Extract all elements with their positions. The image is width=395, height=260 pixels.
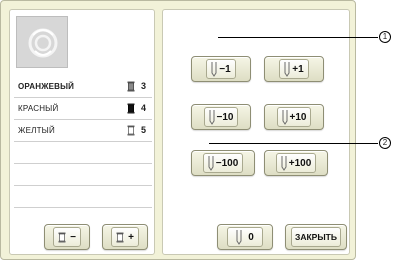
minus-1-stitch-button[interactable]: −1 — [191, 56, 251, 82]
thread-row-3[interactable]: ЖЕЛТЫЙ 5 — [10, 120, 156, 140]
needle-icon — [281, 156, 287, 171]
divider — [14, 185, 152, 186]
thread-plus-button[interactable]: + — [102, 224, 148, 250]
embroidery-thumbnail-icon — [28, 28, 58, 58]
thread-count: 5 — [141, 125, 147, 135]
callout-marker-2: 2 — [379, 137, 391, 149]
thread-minus-button[interactable]: − — [44, 224, 90, 250]
minus-10-stitch-button[interactable]: −10 — [191, 104, 251, 130]
plus-100-stitch-button[interactable]: +100 — [264, 150, 328, 176]
plus-100-label: +100 — [288, 157, 312, 169]
divider — [14, 207, 152, 208]
thread-row-1[interactable]: ОРАНЖЕВЫЙ 3 — [10, 76, 156, 96]
plus-1-stitch-button[interactable]: +1 — [264, 56, 324, 82]
thread-name: ОРАНЖЕВЫЙ — [18, 81, 75, 91]
minus-10-label: −10 — [216, 111, 234, 123]
zero-label: 0 — [248, 231, 254, 243]
thread-minus-label: − — [70, 231, 76, 243]
callout-marker-1: 1 — [379, 31, 391, 43]
divider — [14, 163, 152, 164]
stitch-jump-panel: −1 +1 −10 +10 −100 +100 0 ЗАКРЫТЬ — [162, 9, 350, 255]
thread-spool-icon — [116, 232, 124, 242]
thread-name: КРАСНЫЙ — [18, 103, 59, 113]
close-label: ЗАКРЫТЬ — [295, 232, 337, 242]
thread-spool-icon — [127, 125, 135, 136]
close-button[interactable]: ЗАКРЫТЬ — [285, 224, 347, 250]
reset-to-zero-button[interactable]: 0 — [217, 224, 273, 250]
thread-row-2[interactable]: КРАСНЫЙ 4 — [10, 98, 156, 118]
thread-count: 3 — [141, 81, 147, 91]
thread-plus-label: + — [128, 231, 134, 243]
thread-spool-icon — [127, 103, 135, 114]
needle-icon — [282, 110, 288, 125]
plus-10-label: +10 — [289, 111, 307, 123]
embroidery-thumbnail — [16, 16, 68, 68]
needle-icon — [209, 110, 215, 125]
thread-list-panel: ОРАНЖЕВЫЙ 3 КРАСНЫЙ 4 ЖЕЛТЫЙ 5 − + — [9, 9, 155, 255]
thread-spool-icon — [127, 81, 135, 92]
thread-count: 4 — [141, 103, 147, 113]
needle-icon — [236, 230, 242, 245]
minus-100-stitch-button[interactable]: −100 — [191, 150, 255, 176]
divider — [14, 141, 152, 142]
embroidery-screen: ОРАНЖЕВЫЙ 3 КРАСНЫЙ 4 ЖЕЛТЫЙ 5 − + −1 +1… — [0, 0, 356, 260]
minus-100-label: −100 — [215, 157, 239, 169]
plus-10-stitch-button[interactable]: +10 — [264, 104, 324, 130]
needle-icon — [284, 62, 290, 77]
plus-1-label: +1 — [292, 63, 304, 75]
needle-icon — [211, 62, 217, 77]
thread-spool-icon — [58, 232, 66, 242]
minus-1-label: −1 — [219, 63, 231, 75]
callout-line-1 — [218, 37, 378, 38]
thread-name: ЖЕЛТЫЙ — [18, 125, 55, 135]
needle-icon — [208, 156, 214, 171]
callout-line-2 — [209, 143, 378, 144]
